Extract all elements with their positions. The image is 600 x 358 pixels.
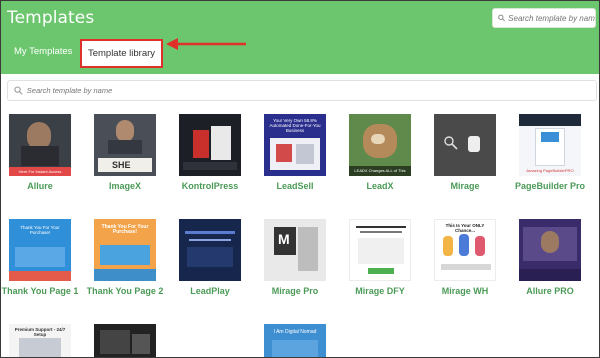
template-name: LeadX <box>366 181 394 191</box>
template-card-pagebuilder-pro[interactable]: Amazing PageBuilderPRO PageBuilder Pro <box>511 114 589 192</box>
template-card-thank-you-page-1[interactable]: Thank You For Your Purchase! Thank You P… <box>1 219 79 297</box>
search-icon <box>498 14 505 22</box>
template-name: Mirage Pro <box>271 286 319 296</box>
template-card-leadplay[interactable]: LeadPlay <box>171 219 249 297</box>
template-card-mirage-pro[interactable]: M Mirage Pro <box>256 219 334 297</box>
template-name: ImageX <box>108 181 141 191</box>
template-card-kontrolpress[interactable]: KontrolPress <box>171 114 249 192</box>
template-thumbnail[interactable] <box>179 219 241 281</box>
template-name: PageBuilder Pro <box>514 181 586 191</box>
thumb-caption: Here For Instant Access <box>18 169 62 174</box>
template-thumbnail[interactable] <box>519 219 581 281</box>
template-card-allure[interactable]: Here For Instant Access Allure <box>1 114 79 192</box>
template-card-digital-nomad[interactable]: I Am Digital Nomad <box>256 324 334 357</box>
thumb-caption: Thank You For Your Purchase! <box>20 225 60 235</box>
template-thumbnail[interactable]: Premium Support - 24/7 Setup <box>9 324 71 357</box>
tab-template-library[interactable]: Template library <box>80 39 163 68</box>
thumb-caption: I Am Digital Nomad <box>273 329 317 335</box>
header-search-input[interactable] <box>508 13 595 23</box>
template-name: Thank You Page 2 <box>86 286 164 296</box>
tab-label: Template library <box>87 48 156 59</box>
templates-window: Templates My Templates Template library <box>0 0 600 358</box>
template-card-thank-you-page-2[interactable]: Thank You For Your Purchase! Thank You P… <box>86 219 164 297</box>
thumb-caption: This Is Your ONLY Chance... <box>445 223 485 233</box>
template-card-dark-device[interactable] <box>86 324 164 357</box>
thumb-caption: Thank You For Your Purchase! <box>101 224 149 235</box>
thumb-caption: LEADX Changes ALL of This <box>354 168 406 173</box>
thumb-caption: Premium Support - 24/7 Setup <box>14 327 66 337</box>
library-search-box[interactable] <box>7 80 597 101</box>
tab-label: My Templates <box>14 46 73 57</box>
tab-my-templates[interactable]: My Templates <box>14 46 72 57</box>
header-bar: Templates My Templates Template library <box>1 1 599 74</box>
thumb-caption: SHE <box>112 160 131 170</box>
template-thumbnail[interactable]: This Is Your ONLY Chance... <box>434 219 496 281</box>
template-card-leadsell[interactable]: Your Very Own 58.8% Automated Done-For-Y… <box>256 114 334 192</box>
template-thumbnail[interactable]: M <box>264 219 326 281</box>
template-thumbnail[interactable]: Thank You For Your Purchase! <box>94 219 156 281</box>
template-name: Allure PRO <box>526 286 574 296</box>
template-card-allure-pro[interactable]: Allure PRO <box>511 219 589 297</box>
template-name: Mirage WH <box>441 286 489 296</box>
search-icon <box>14 86 23 95</box>
template-name: Thank You Page 1 <box>1 286 79 296</box>
template-card-imagex[interactable]: SHE ImageX <box>86 114 164 192</box>
template-card-premium-support[interactable]: Premium Support - 24/7 Setup <box>1 324 79 357</box>
template-card-mirage-dfy[interactable]: Mirage DFY <box>341 219 419 297</box>
template-thumbnail[interactable]: SHE <box>94 114 156 176</box>
template-card-leadx[interactable]: LEADX Changes ALL of This LeadX <box>341 114 419 192</box>
template-name: LeadPlay <box>190 286 230 296</box>
thumb-caption: Your Very Own 58.8% Automated Done-For-Y… <box>269 118 321 133</box>
template-thumbnail[interactable] <box>94 324 156 357</box>
template-card-mirage-wh[interactable]: This Is Your ONLY Chance... Mirage WH <box>426 219 504 297</box>
template-name: KontrolPress <box>181 181 239 191</box>
template-thumbnail[interactable]: I Am Digital Nomad <box>264 324 326 357</box>
template-name: Mirage DFY <box>355 286 405 296</box>
template-thumbnail[interactable] <box>349 219 411 281</box>
template-thumbnail[interactable] <box>434 114 496 176</box>
template-name: Mirage <box>450 181 480 191</box>
header-search-box[interactable] <box>492 8 596 28</box>
template-name: Allure <box>27 181 53 191</box>
highlight-arrow-icon <box>166 38 246 50</box>
template-name: LeadSell <box>276 181 314 191</box>
template-thumbnail[interactable] <box>179 114 241 176</box>
library-search-input[interactable] <box>26 86 596 95</box>
template-thumbnail[interactable]: Your Very Own 58.8% Automated Done-For-Y… <box>264 114 326 176</box>
page-title: Templates <box>7 8 95 28</box>
template-thumbnail[interactable]: Here For Instant Access <box>9 114 71 176</box>
template-thumbnail[interactable]: Thank You For Your Purchase! <box>9 219 71 281</box>
template-thumbnail[interactable]: LEADX Changes ALL of This <box>349 114 411 176</box>
template-thumbnail[interactable]: Amazing PageBuilderPRO <box>519 114 581 176</box>
thumb-caption: Amazing PageBuilderPRO <box>526 168 574 173</box>
template-card-mirage[interactable]: Mirage <box>426 114 504 192</box>
